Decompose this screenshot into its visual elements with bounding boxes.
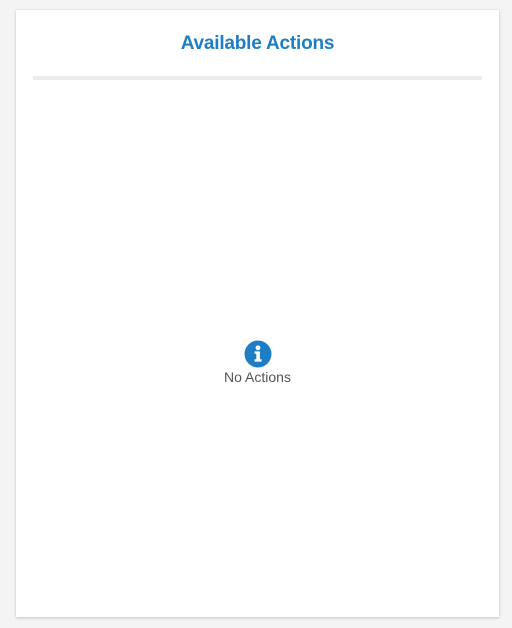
info-icon [244, 340, 271, 368]
available-actions-panel: Available Actions No Actions [16, 10, 499, 617]
empty-message: No Actions [224, 369, 291, 385]
empty-state: No Actions [16, 340, 499, 385]
panel-header: Available Actions [16, 10, 499, 78]
header-divider [33, 76, 482, 80]
panel-title: Available Actions [180, 33, 335, 54]
